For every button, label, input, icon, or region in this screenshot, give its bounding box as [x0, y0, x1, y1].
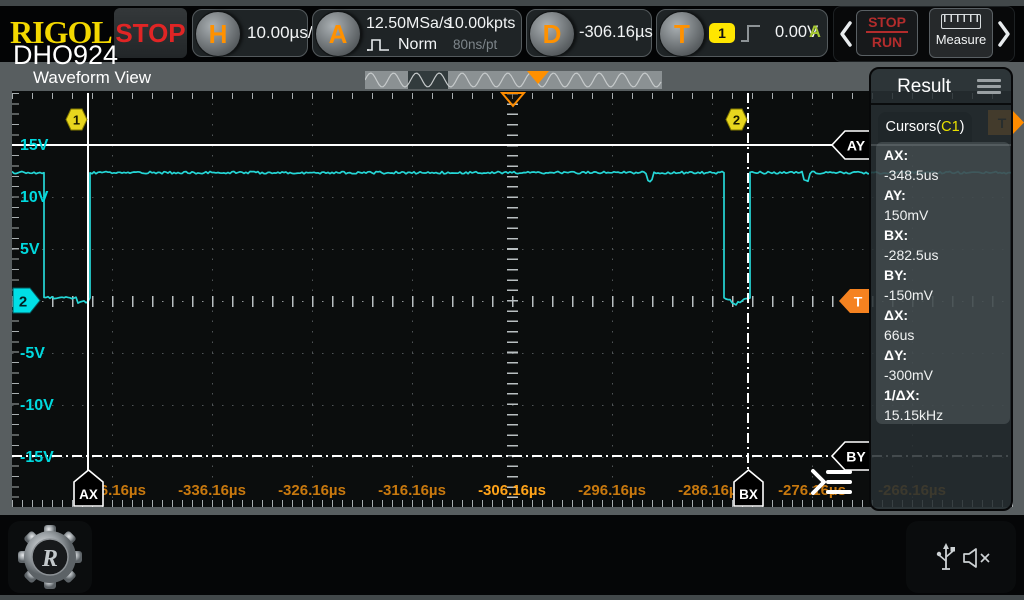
volt-label: 15V — [20, 137, 48, 155]
delay-position-icon[interactable] — [500, 92, 526, 108]
result-row-label: BX: — [884, 225, 1010, 245]
cursor-AX-label: AX — [73, 469, 104, 507]
waveform-graticule[interactable]: 15V 10V 5V -5V -10V -15V -346.16µs -336.… — [12, 91, 1013, 507]
trigger-group[interactable]: T 1 0.00V A — [656, 9, 828, 57]
cursors-tab-text: Cursors( — [886, 119, 942, 135]
cursors-result-tab[interactable]: Cursors(C1) — [878, 112, 972, 142]
stop-run-divider — [866, 31, 908, 33]
trigger-knob[interactable]: T — [659, 11, 705, 57]
waveform-view-tab[interactable]: Waveform View — [33, 68, 151, 88]
ch2-position-marker[interactable]: 2 — [12, 287, 41, 314]
cursor-AX-line[interactable] — [87, 93, 89, 470]
pulse-icon — [366, 36, 394, 54]
horizontal-scale: 10.00µs/ — [247, 23, 313, 43]
stop-run-button[interactable]: STOP RUN — [856, 10, 918, 56]
result-row-label: ΔY: — [884, 345, 1010, 365]
rigol-gear-icon: R — [18, 525, 82, 589]
run-state-button[interactable]: STOP — [114, 8, 187, 58]
cursor-AY-label: AY — [831, 130, 871, 160]
result-row-label: ΔX: — [884, 305, 1010, 325]
svg-text:2: 2 — [733, 113, 740, 128]
svg-text:R: R — [41, 546, 58, 572]
result-menu-icon[interactable] — [977, 79, 1001, 97]
stop-label: STOP — [857, 14, 917, 30]
system-menu-button[interactable]: R — [8, 521, 92, 593]
result-row-label: AY: — [884, 185, 1010, 205]
window-frame-left — [0, 91, 12, 515]
delay-group[interactable]: D -306.16µs — [526, 9, 652, 57]
run-label: RUN — [857, 34, 917, 50]
volt-label: 10V — [20, 189, 48, 207]
toolbar-prev-icon[interactable] — [838, 20, 854, 48]
measure-label: Measure — [930, 32, 992, 47]
sound-muted-icon[interactable] — [962, 547, 992, 569]
result-row-value: -282.5us — [884, 245, 1010, 265]
svg-text:BY: BY — [846, 449, 866, 465]
svg-text:AX: AX — [79, 487, 98, 502]
cursors-tab-text: ) — [960, 119, 965, 135]
result-row-value: -300mV — [884, 365, 1010, 385]
time-per-point: 80ns/pt — [453, 37, 497, 52]
result-header: Result — [871, 69, 1011, 105]
toolbar-next-icon[interactable] — [996, 20, 1012, 48]
quick-toolbar: STOP RUN Measure — [833, 6, 1015, 62]
acquire-knob[interactable]: A — [315, 11, 361, 57]
result-panel: Result Cursors(C1) AX: -348.5us AY: 150m… — [869, 67, 1013, 511]
result-title: Result — [871, 76, 977, 98]
trigger-source-badge[interactable]: 1 — [709, 23, 735, 43]
result-row-label: AX: — [884, 145, 1010, 165]
result-row-value: 15.15kHz — [884, 405, 1010, 425]
model-name: DHO924 — [13, 40, 118, 71]
measure-button[interactable]: Measure — [929, 8, 993, 58]
cursor-BX-label: BX — [733, 469, 764, 507]
trigger-status: A — [809, 23, 821, 42]
svg-text:1: 1 — [73, 113, 80, 128]
cursors-tab-source: C1 — [941, 119, 960, 135]
record-overview-strip[interactable] — [365, 71, 662, 89]
expand-menu-icon[interactable] — [810, 468, 854, 496]
memory-depth: 10.00kpts — [446, 15, 515, 33]
status-tray — [906, 521, 1016, 593]
cursor-handle-1[interactable]: 1 — [65, 108, 88, 131]
result-row-value: 150mV — [884, 205, 1010, 225]
trigger-slope-icon — [739, 21, 763, 45]
svg-text:T: T — [854, 294, 863, 310]
window-frame-bottom — [0, 507, 1024, 515]
svg-text:BX: BX — [739, 487, 758, 502]
result-row-value: 66us — [884, 325, 1010, 345]
bottom-bar: R 1 50.00mV/ 0.00V 2 5.00V/ 0.00V 3 50.0… — [0, 515, 1024, 595]
cursor-BX-line[interactable] — [747, 93, 749, 470]
result-row-value: -348.5us — [884, 165, 1010, 185]
horizontal-knob[interactable]: H — [195, 11, 241, 57]
usb-icon[interactable] — [936, 543, 956, 573]
volt-label: -10V — [20, 397, 54, 415]
ruler-icon — [941, 14, 981, 29]
delay-knob[interactable]: D — [529, 11, 575, 57]
acquire-group[interactable]: A 12.50MSa/s Norm 10.00kpts 80ns/pt — [312, 9, 522, 57]
result-row-label: BY: — [884, 265, 1010, 285]
result-row-value: -150mV — [884, 285, 1010, 305]
volt-label: -15V — [20, 449, 54, 467]
volt-label: -5V — [20, 345, 45, 363]
cursor-handle-2[interactable]: 2 — [725, 108, 748, 131]
oscilloscope-screen: RIGOL STOP H 10.00µs/ A 12.50MSa/s Norm … — [0, 0, 1024, 600]
svg-text:2: 2 — [19, 294, 27, 311]
trigger-level-marker[interactable]: T — [838, 288, 871, 314]
bezel-bottom — [0, 595, 1024, 600]
top-bar: RIGOL STOP H 10.00µs/ A 12.50MSa/s Norm … — [0, 6, 1024, 62]
svg-text:AY: AY — [847, 138, 866, 154]
delay-value: -306.16µs — [579, 23, 653, 42]
acquire-mode: Norm — [398, 36, 437, 54]
result-row-label: 1/ΔX: — [884, 385, 1010, 405]
cursor-BY-label: BY — [831, 441, 871, 471]
volt-label: 5V — [20, 241, 40, 259]
horizontal-group[interactable]: H 10.00µs/ — [192, 9, 308, 57]
sample-rate: 12.50MSa/s — [366, 15, 451, 33]
cursors-result-values: AX: -348.5us AY: 150mV BX: -282.5us BY: … — [876, 142, 1010, 424]
